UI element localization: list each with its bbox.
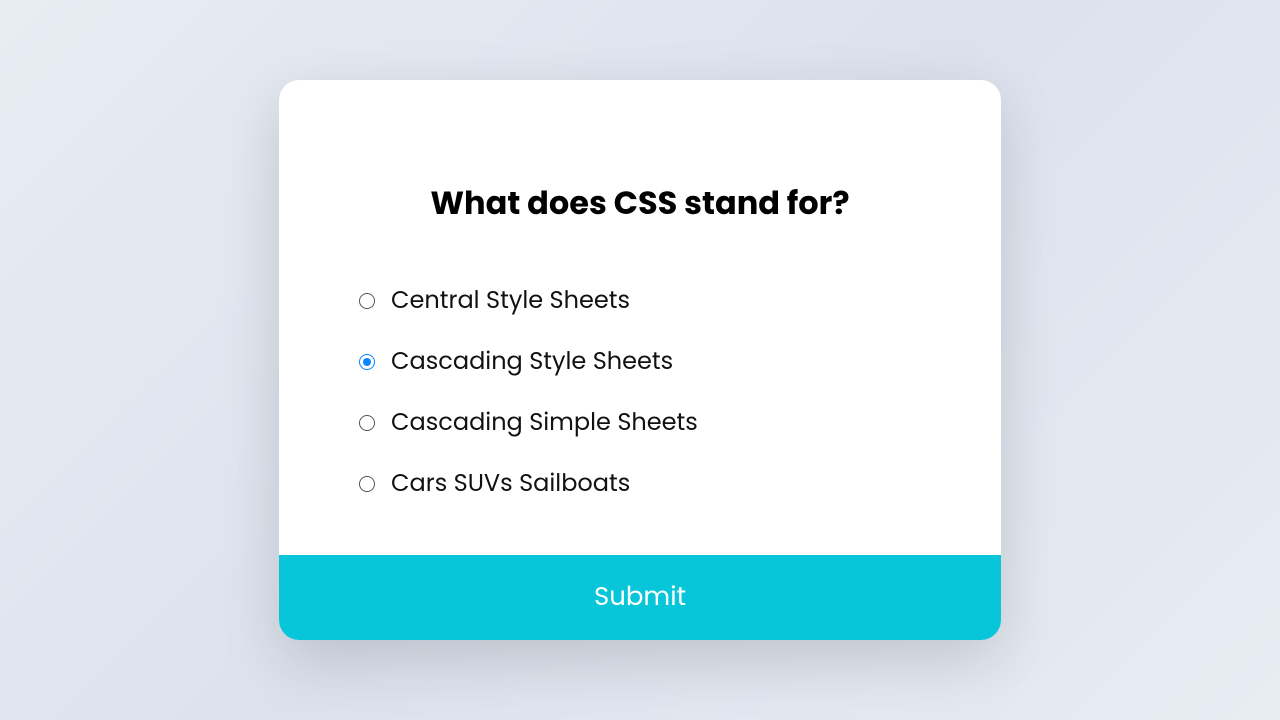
option-label: Cascading Style Sheets [391, 344, 673, 379]
quiz-content: What does CSS stand for? Central Style S… [279, 80, 1001, 555]
option-label: Cars SUVs Sailboats [391, 466, 630, 501]
option-radio-3[interactable] [359, 476, 375, 492]
option-radio-2[interactable] [359, 415, 375, 431]
option-label: Central Style Sheets [391, 283, 630, 318]
option-label: Cascading Simple Sheets [391, 405, 698, 440]
option-radio-1[interactable] [359, 354, 375, 370]
question-title: What does CSS stand for? [359, 180, 921, 228]
option-radio-0[interactable] [359, 293, 375, 309]
option-row[interactable]: Cascading Style Sheets [359, 344, 921, 379]
option-row[interactable]: Central Style Sheets [359, 283, 921, 318]
submit-button[interactable]: Submit [279, 555, 1001, 640]
options-list: Central Style Sheets Cascading Style She… [359, 283, 921, 501]
option-row[interactable]: Cascading Simple Sheets [359, 405, 921, 440]
option-row[interactable]: Cars SUVs Sailboats [359, 466, 921, 501]
quiz-card: What does CSS stand for? Central Style S… [279, 80, 1001, 640]
